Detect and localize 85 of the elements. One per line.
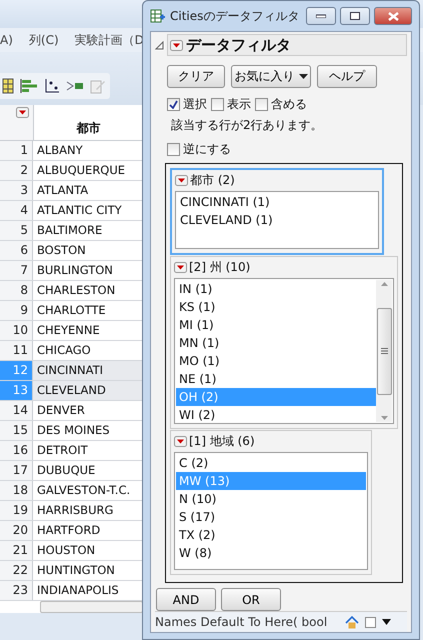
dropdown-icon[interactable] bbox=[174, 262, 187, 273]
list-item[interactable]: MI (1) bbox=[176, 316, 376, 334]
table-cell: CLEVELAND bbox=[33, 381, 143, 400]
list-item[interactable]: TX (2) bbox=[176, 526, 366, 544]
checkbox[interactable] bbox=[255, 98, 268, 111]
dropdown-icon[interactable] bbox=[16, 107, 29, 118]
minimize-icon bbox=[316, 14, 326, 18]
row-number[interactable]: 1 bbox=[0, 141, 33, 160]
checkbox[interactable] bbox=[211, 98, 224, 111]
scroll-thumb[interactable] bbox=[376, 308, 392, 394]
list-item[interactable]: MN (1) bbox=[176, 334, 376, 352]
table-cell: CINCINNATI bbox=[33, 361, 143, 380]
list-item[interactable]: KS (1) bbox=[176, 298, 376, 316]
close-button[interactable] bbox=[374, 7, 412, 25]
row-number[interactable]: 9 bbox=[0, 301, 33, 320]
list-item[interactable]: MO (1) bbox=[176, 352, 376, 370]
button[interactable]: ヘルプ bbox=[317, 65, 377, 88]
filter-title: [1] 地域 (6) bbox=[189, 433, 255, 450]
menu-item[interactable]: A) bbox=[0, 33, 13, 47]
row-number[interactable]: 23 bbox=[0, 581, 33, 600]
row-number[interactable]: 22 bbox=[0, 561, 33, 580]
row-number[interactable]: 8 bbox=[0, 281, 33, 300]
filter-title: [2] 州 (10) bbox=[189, 259, 250, 276]
table-icon bbox=[150, 8, 166, 24]
checkbox[interactable] bbox=[167, 143, 180, 156]
close-icon bbox=[388, 12, 398, 20]
maximize-button[interactable] bbox=[340, 7, 370, 25]
disclosure-icon[interactable] bbox=[155, 40, 164, 50]
list-item[interactable]: WI (2) bbox=[176, 406, 376, 424]
list-item[interactable]: N (10) bbox=[176, 490, 366, 508]
checkbox-label: 選択 bbox=[183, 96, 207, 113]
row-number[interactable]: 11 bbox=[0, 341, 33, 360]
row-number[interactable]: 15 bbox=[0, 421, 33, 440]
grid-icon[interactable] bbox=[2, 78, 14, 94]
row-number[interactable]: 2 bbox=[0, 161, 33, 180]
list-item[interactable]: C (2) bbox=[176, 454, 366, 472]
row-number[interactable]: 3 bbox=[0, 181, 33, 200]
horizontal-scrollbar[interactable] bbox=[40, 601, 143, 613]
row-number[interactable]: 14 bbox=[0, 401, 33, 420]
checkbox[interactable] bbox=[167, 98, 180, 111]
row-number[interactable]: 4 bbox=[0, 201, 33, 220]
row-number[interactable]: 7 bbox=[0, 261, 33, 280]
dropdown-icon[interactable] bbox=[170, 40, 183, 50]
checkbox-label: 逆にする bbox=[183, 141, 231, 158]
filter-title: 都市 (2) bbox=[190, 172, 235, 189]
row-number[interactable]: 16 bbox=[0, 441, 33, 460]
list-item[interactable]: NE (1) bbox=[176, 370, 376, 388]
row-number[interactable]: 18 bbox=[0, 481, 33, 500]
arrow-icon[interactable] bbox=[66, 80, 84, 92]
button[interactable]: お気に入り bbox=[231, 65, 311, 88]
button[interactable]: OR bbox=[221, 588, 281, 612]
row-number[interactable]: 19 bbox=[0, 501, 33, 520]
maximize-icon bbox=[350, 12, 360, 20]
checkbox-label: 表示 bbox=[227, 96, 251, 113]
list-item[interactable]: CINCINNATI (1) bbox=[177, 193, 377, 211]
checkbox-label: 含める bbox=[271, 96, 307, 113]
column-header: 都市 bbox=[75, 120, 102, 137]
row-number[interactable]: 17 bbox=[0, 461, 33, 480]
dropdown-icon[interactable] bbox=[175, 175, 188, 186]
grip-icon bbox=[380, 348, 388, 354]
row-number[interactable]: 10 bbox=[0, 321, 33, 340]
minimize-button[interactable] bbox=[306, 7, 336, 25]
menu-item[interactable]: 列(C) bbox=[28, 32, 59, 48]
list-item[interactable]: IN (1) bbox=[176, 280, 376, 298]
caret-icon[interactable] bbox=[382, 619, 391, 626]
button[interactable]: AND bbox=[156, 588, 216, 612]
vertical-scrollbar[interactable] bbox=[376, 280, 392, 422]
dropdown-icon[interactable] bbox=[174, 436, 187, 447]
list-item[interactable]: CLEVELAND (1) bbox=[177, 211, 377, 229]
window-title: Citiesのデータフィルタ bbox=[170, 8, 300, 24]
match-count-text: 該当する行が2行あります。 bbox=[171, 117, 324, 134]
button[interactable]: クリア bbox=[167, 65, 225, 88]
bar-chart-icon[interactable] bbox=[20, 79, 38, 93]
list-item[interactable]: W (8) bbox=[176, 544, 366, 562]
row-number[interactable]: 21 bbox=[0, 541, 33, 560]
outline-title: データフィルタ bbox=[186, 36, 291, 54]
checkbox-icon[interactable] bbox=[365, 616, 376, 628]
row-number[interactable]: 20 bbox=[0, 521, 33, 540]
home-icon[interactable] bbox=[345, 616, 359, 629]
row-number[interactable]: 5 bbox=[0, 221, 33, 240]
list-item[interactable]: S (17) bbox=[176, 508, 366, 526]
scatter-axis-icon[interactable] bbox=[44, 78, 60, 94]
caret-icon bbox=[298, 74, 308, 79]
status-text: Names Default To Here( bool bbox=[155, 615, 328, 630]
row-number[interactable]: 6 bbox=[0, 241, 33, 260]
